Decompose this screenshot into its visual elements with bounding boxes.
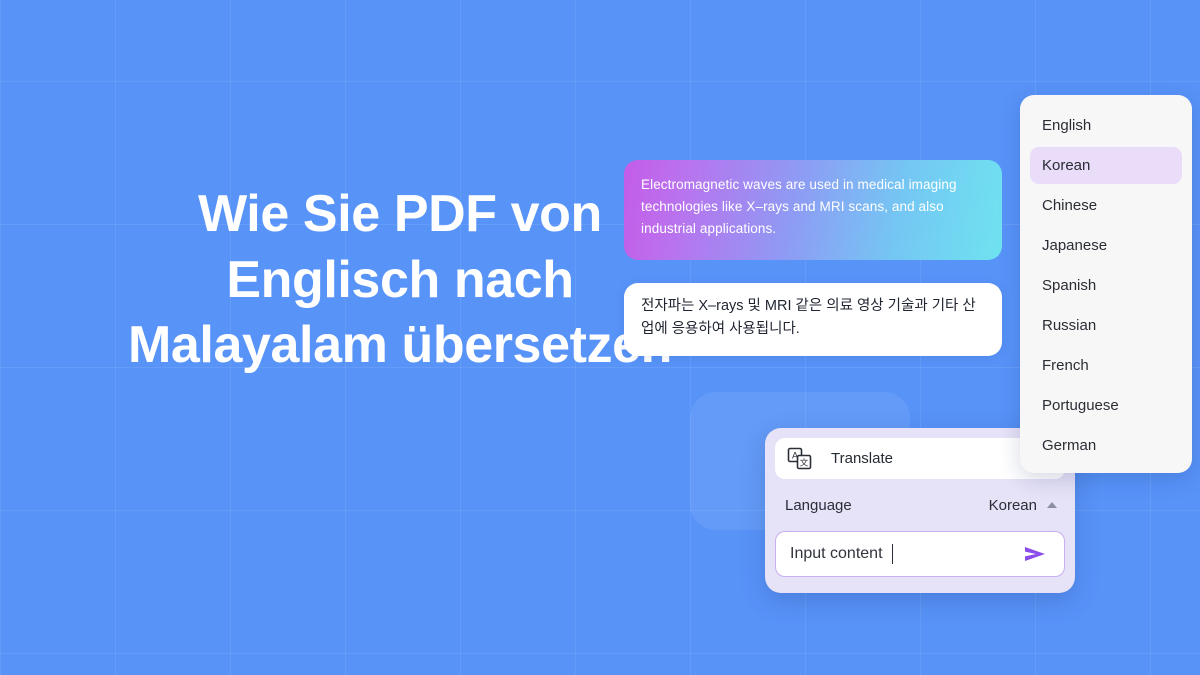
send-button[interactable]: [1020, 543, 1050, 565]
language-option-english[interactable]: English: [1030, 107, 1182, 144]
promo-banner: Wie Sie PDF von Englisch nach Malayalam …: [0, 0, 1200, 675]
language-label: Language: [785, 496, 852, 514]
language-option-french[interactable]: French: [1030, 347, 1182, 384]
source-text: Electromagnetic waves are used in medica…: [641, 177, 957, 236]
language-option-russian[interactable]: Russian: [1030, 307, 1182, 344]
translated-text-bubble: 전자파는 X–rays 및 MRI 같은 의료 영상 기술과 기타 산업에 응용…: [624, 283, 1002, 356]
chevron-up-icon[interactable]: [1047, 502, 1057, 508]
language-value-group[interactable]: Korean: [989, 497, 1057, 514]
input-placeholder: Input content: [790, 545, 883, 562]
language-option-portuguese[interactable]: Portuguese: [1030, 387, 1182, 424]
language-option-japanese[interactable]: Japanese: [1030, 227, 1182, 264]
language-dropdown-menu[interactable]: English Korean Chinese Japanese Spanish …: [1020, 95, 1192, 473]
language-selector-row[interactable]: Language Korean: [775, 479, 1065, 531]
language-value: Korean: [988, 496, 1037, 514]
source-text-bubble: Electromagnetic waves are used in medica…: [624, 160, 1002, 260]
text-caret: [891, 544, 894, 564]
input-content-field[interactable]: Input content: [775, 531, 1065, 577]
translate-panel-title: Translate: [831, 450, 893, 467]
language-option-spanish[interactable]: Spanish: [1030, 267, 1182, 304]
language-option-chinese[interactable]: Chinese: [1030, 187, 1182, 224]
language-option-korean[interactable]: Korean: [1030, 147, 1182, 184]
language-option-german[interactable]: German: [1030, 427, 1182, 464]
translated-text: 전자파는 X–rays 및 MRI 같은 의료 영상 기술과 기타 산업에 응용…: [641, 298, 976, 338]
svg-text:文: 文: [800, 457, 809, 468]
page-title: Wie Sie PDF von Englisch nach Malayalam …: [127, 185, 673, 375]
translate-icon: A 文: [787, 447, 813, 471]
